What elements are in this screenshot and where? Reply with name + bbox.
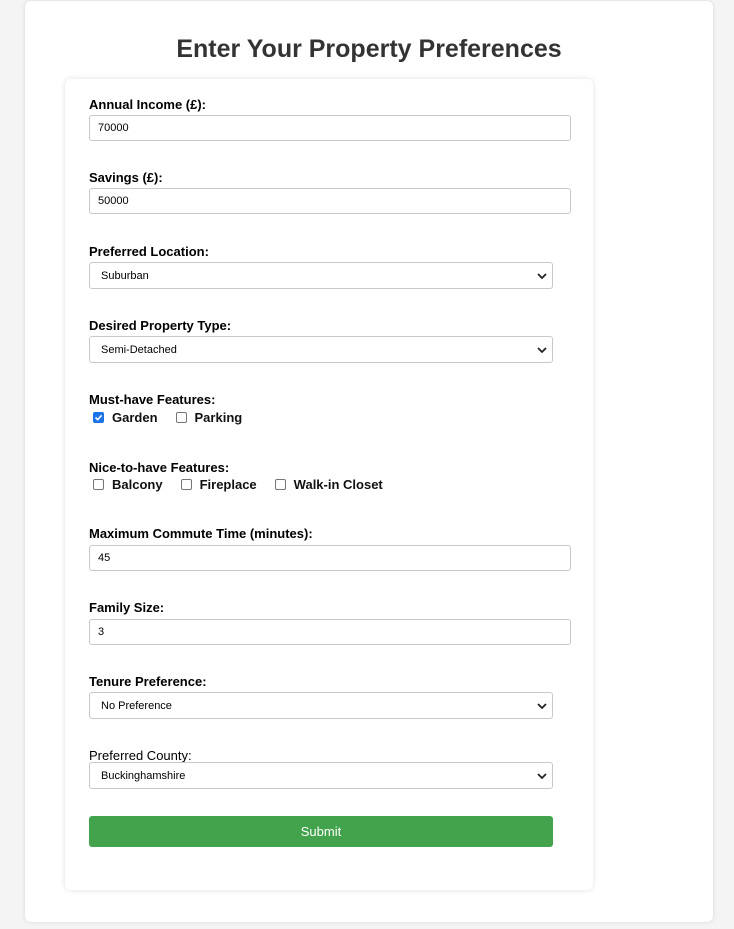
property-type-select[interactable]: Semi-Detached bbox=[89, 336, 553, 363]
location-select[interactable]: Suburban bbox=[89, 262, 553, 289]
fireplace-checkbox[interactable] bbox=[180, 479, 192, 490]
nice-to-have-label: Nice-to-have Features: bbox=[89, 460, 230, 475]
walk-in-closet-checkbox[interactable] bbox=[274, 479, 286, 490]
must-have-options: Garden Parking bbox=[89, 410, 256, 425]
commute-label: Maximum Commute Time (minutes): bbox=[89, 526, 313, 541]
chevron-down-icon bbox=[537, 703, 547, 710]
balcony-checkbox[interactable] bbox=[93, 479, 104, 490]
tenure-selected: No Preference bbox=[101, 700, 172, 712]
property-type-label: Desired Property Type: bbox=[89, 318, 232, 333]
location-label: Preferred Location: bbox=[89, 244, 209, 259]
income-input[interactable] bbox=[89, 115, 571, 141]
preferences-form: Annual Income (£): Savings (£): Preferre… bbox=[65, 79, 593, 890]
nice-to-have-options: Balcony Fireplace Walk-in Closet bbox=[89, 477, 397, 492]
savings-input[interactable] bbox=[89, 188, 571, 214]
tenure-select[interactable]: No Preference bbox=[89, 692, 553, 719]
fireplace-label: Fireplace bbox=[199, 477, 257, 492]
page-container: Enter Your Property Preferences Annual I… bbox=[25, 1, 713, 922]
income-label: Annual Income (£): bbox=[89, 97, 207, 112]
property-type-selected: Semi-Detached bbox=[101, 344, 177, 356]
walk-in-closet-label: Walk-in Closet bbox=[293, 477, 383, 492]
parking-label: Parking bbox=[194, 410, 243, 425]
commute-input[interactable] bbox=[89, 545, 571, 571]
family-size-input[interactable] bbox=[89, 619, 571, 645]
submit-button[interactable]: Submit bbox=[89, 816, 553, 847]
county-selected: Buckinghamshire bbox=[101, 770, 186, 782]
tenure-label: Tenure Preference: bbox=[89, 674, 207, 689]
chevron-down-icon bbox=[537, 773, 547, 780]
page-title: Enter Your Property Preferences bbox=[176, 35, 562, 63]
garden-label: Garden bbox=[112, 410, 158, 425]
checkmark-icon bbox=[94, 414, 103, 421]
county-label: Preferred County: bbox=[89, 748, 192, 763]
chevron-down-icon bbox=[537, 273, 547, 280]
location-selected: Suburban bbox=[101, 270, 149, 282]
garden-checkbox[interactable] bbox=[93, 412, 104, 423]
chevron-down-icon bbox=[537, 347, 547, 354]
must-have-label: Must-have Features: bbox=[89, 392, 216, 407]
parking-checkbox[interactable] bbox=[175, 412, 187, 423]
balcony-label: Balcony bbox=[112, 477, 163, 492]
family-size-label: Family Size: bbox=[89, 600, 165, 615]
savings-label: Savings (£): bbox=[89, 170, 163, 185]
county-select[interactable]: Buckinghamshire bbox=[89, 762, 553, 789]
